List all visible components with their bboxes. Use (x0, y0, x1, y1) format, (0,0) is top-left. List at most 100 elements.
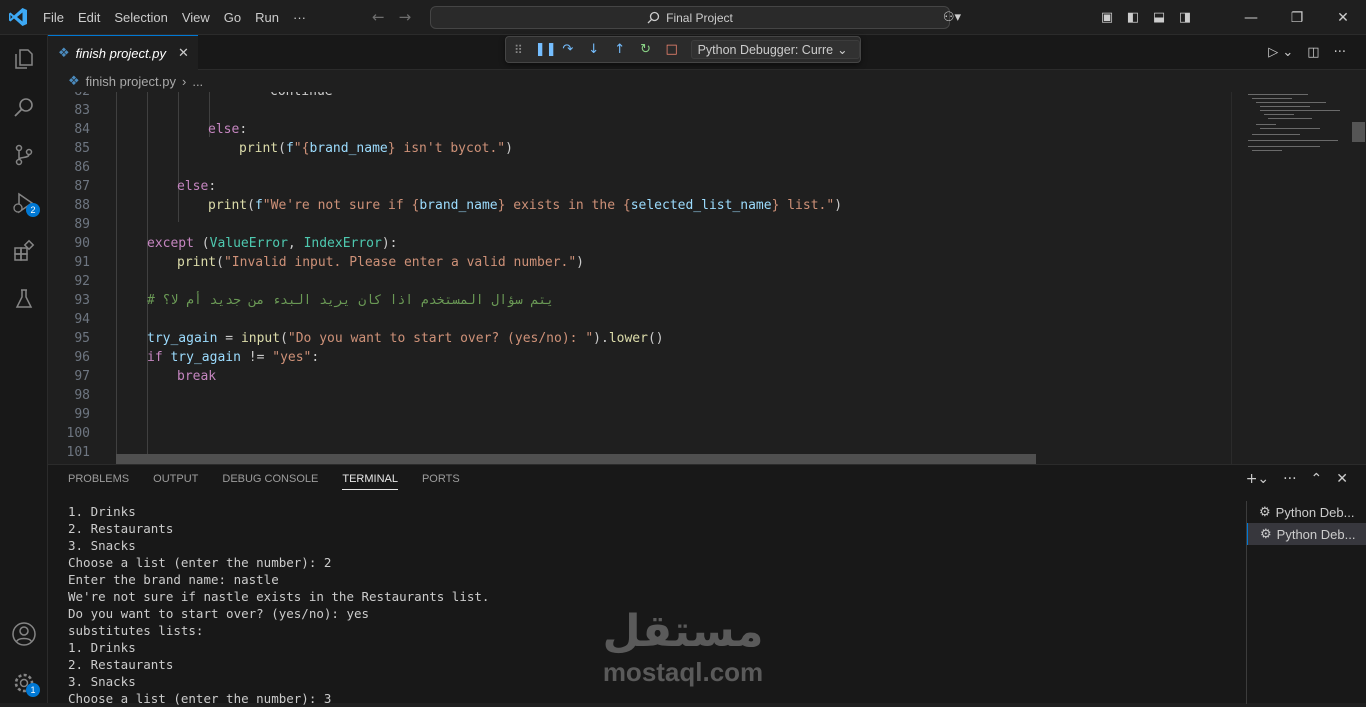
source-control-icon[interactable] (0, 131, 48, 179)
function: print (239, 141, 279, 156)
tab-finish-project[interactable]: ❖ finish project.py ✕ (48, 35, 198, 70)
code-line: 98 (48, 386, 1231, 405)
chevron-right-icon: › (181, 73, 187, 89)
debug-config-select[interactable]: Python Debugger: Curre ⌄ (690, 40, 861, 59)
vertical-scrollbar[interactable] (1351, 92, 1366, 464)
activity-bar: 2 1 (0, 35, 48, 703)
tab-problems[interactable]: PROBLEMS (68, 473, 129, 490)
close-panel-icon[interactable]: ✕ (1336, 471, 1348, 487)
tab-terminal[interactable]: TERMINAL (342, 473, 398, 490)
panel-actions: +⌄ ··· ⌃ ✕ (1246, 471, 1348, 487)
code-line: 91 print("Invalid input. Please enter a … (48, 253, 1231, 272)
menu-file[interactable]: File (36, 10, 71, 25)
settings-gear-icon[interactable]: 1 (0, 659, 48, 707)
terminal-item[interactable]: ⚙ Python Deb... (1247, 501, 1366, 523)
back-arrow-icon[interactable]: ← (372, 8, 385, 26)
line-number: 94 (74, 312, 90, 327)
terminal-line: 2. Restaurants (68, 521, 174, 536)
more-actions-icon[interactable]: ··· (1283, 471, 1296, 487)
code-line: 96 if try_again != "yes": (48, 348, 1231, 367)
debug-toolbar: ⠿ ❚❚ ↷ ↓ ↑ ↻ □ Python Debugger: Curre ⌄ (505, 36, 861, 63)
line-number: 87 (74, 179, 90, 194)
debug-gear-icon: ⚙ (1260, 526, 1272, 541)
comment: # يتم سؤال المستخدم اذا كان يريد البدء م… (147, 293, 554, 308)
keyword: except (147, 236, 194, 251)
line-number: 89 (74, 217, 90, 232)
minimap[interactable] (1231, 92, 1351, 464)
close-window-icon[interactable]: ✕ (1320, 10, 1366, 26)
accounts-icon[interactable] (0, 610, 48, 658)
terminal-line: 3. Snacks (68, 674, 136, 689)
toggle-panel-icon[interactable]: ⬓ (1146, 10, 1172, 25)
breadcrumb: ❖ finish project.py › ... (48, 70, 1366, 92)
step-into-icon[interactable]: ↓ (587, 42, 601, 57)
menu-bar: File Edit Selection View Go Run ··· (36, 0, 313, 35)
search-view-icon[interactable] (0, 83, 48, 131)
line-number: 95 (74, 331, 90, 346)
tab-ports[interactable]: PORTS (422, 473, 460, 490)
terminal-line: substitutes lists: (68, 623, 204, 638)
copilot-icon[interactable]: ⚇▾ (932, 10, 972, 25)
scroll-thumb[interactable] (1352, 122, 1365, 142)
line-number: 100 (66, 426, 90, 441)
terminal-list: ⚙ Python Deb... ⚙ Python Deb... (1246, 501, 1366, 704)
code-line: 94 (48, 310, 1231, 329)
terminal-line: 3. Snacks (68, 538, 136, 553)
terminal-output[interactable]: 1. Drinks 2. Restaurants 3. Snacks Choos… (68, 503, 1238, 707)
forward-arrow-icon[interactable]: → (399, 8, 412, 26)
terminal-line: 1. Drinks (68, 504, 136, 519)
split-editor-icon[interactable]: ◫ (1307, 45, 1319, 60)
code-line: 87 else: (48, 177, 1231, 196)
code-line: 84 else: (48, 120, 1231, 139)
terminal-item[interactable]: ⚙ Python Deb... (1247, 523, 1366, 545)
menu-run[interactable]: Run (248, 10, 286, 25)
python-file-icon: ❖ (58, 45, 70, 60)
step-out-icon[interactable]: ↑ (613, 42, 627, 57)
line-number: 99 (74, 407, 90, 422)
debug-config-label: Python Debugger: Curre (697, 42, 834, 57)
maximize-panel-icon[interactable]: ⌃ (1311, 471, 1323, 487)
horizontal-scrollbar[interactable] (116, 454, 1036, 464)
run-debug-icon[interactable]: 2 (0, 179, 48, 227)
code-editor[interactable]: 82 continue 83 84 else: 85 print(f"{bran… (48, 92, 1231, 464)
toggle-secondary-sidebar-icon[interactable]: ◨ (1172, 10, 1198, 25)
menu-go[interactable]: Go (217, 10, 248, 25)
run-python-icon[interactable]: ▷ ⌄ (1268, 45, 1293, 60)
testing-icon[interactable] (0, 275, 48, 323)
extensions-icon[interactable] (0, 227, 48, 275)
restore-icon[interactable]: ❐ (1274, 10, 1320, 26)
tab-close-icon[interactable]: ✕ (178, 45, 189, 61)
line-number: 86 (74, 160, 90, 175)
new-terminal-icon[interactable]: +⌄ (1246, 471, 1269, 487)
step-over-icon[interactable]: ↷ (561, 42, 575, 57)
terminal-item-label: Python Deb... (1275, 504, 1355, 520)
minimize-icon[interactable]: — (1228, 10, 1274, 26)
line-number: 97 (74, 369, 90, 384)
pause-icon[interactable]: ❚❚ (535, 42, 557, 57)
line-number: 91 (74, 255, 90, 270)
line-number: 93 (74, 293, 90, 308)
customize-layout-icon[interactable]: ▣ (1094, 10, 1120, 25)
drag-grip-icon[interactable]: ⠿ (514, 43, 523, 57)
toggle-sidebar-icon[interactable]: ◧ (1120, 10, 1146, 25)
command-center-search[interactable]: Final Project (430, 6, 950, 29)
explorer-icon[interactable] (0, 35, 48, 83)
stop-icon[interactable]: □ (665, 42, 679, 57)
menu-view[interactable]: View (175, 10, 217, 25)
restart-icon[interactable]: ↻ (639, 42, 653, 57)
code-line: 83 (48, 101, 1231, 120)
code-line: 90 except (ValueError, IndexError): (48, 234, 1231, 253)
menu-selection[interactable]: Selection (107, 10, 174, 25)
tab-debug-console[interactable]: DEBUG CONSOLE (222, 473, 318, 490)
menu-edit[interactable]: Edit (71, 10, 107, 25)
more-actions-icon[interactable]: ··· (1334, 45, 1346, 60)
menu-more[interactable]: ··· (286, 10, 313, 25)
breadcrumb-more[interactable]: ... (192, 74, 203, 89)
panel-tabs: PROBLEMS OUTPUT DEBUG CONSOLE TERMINAL P… (68, 473, 460, 490)
tab-output[interactable]: OUTPUT (153, 473, 198, 490)
bottom-panel: PROBLEMS OUTPUT DEBUG CONSOLE TERMINAL P… (48, 464, 1366, 706)
terminal-line: We're not sure if nastle exists in the R… (68, 589, 490, 604)
code-line: 93 # يتم سؤال المستخدم اذا كان يريد البد… (48, 291, 1231, 310)
line-number: 96 (74, 350, 90, 365)
breadcrumb-file[interactable]: finish project.py (86, 74, 176, 89)
